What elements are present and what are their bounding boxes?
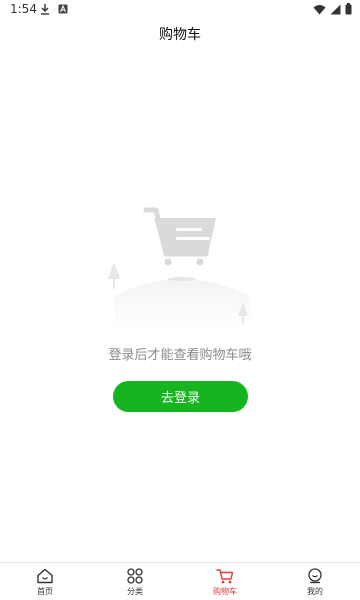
- tab-category-label: 分类: [127, 587, 143, 596]
- tab-category[interactable]: 分类: [90, 563, 180, 600]
- page-title: 购物车: [159, 27, 201, 43]
- login-button[interactable]: 去登录: [113, 381, 248, 412]
- signal-icon: [330, 4, 341, 14]
- cart-illustration-body: [143, 207, 216, 266]
- tab-profile-label: 我的: [307, 587, 323, 596]
- tab-profile[interactable]: 我的: [270, 563, 360, 600]
- download-icon: [41, 4, 49, 15]
- status-right-icons: [313, 3, 352, 15]
- status-bar: 1:54: [0, 0, 360, 20]
- status-left-icons: [40, 3, 68, 15]
- status-time: 1:54: [10, 2, 37, 16]
- tab-home-label: 首页: [37, 587, 53, 596]
- profile-icon: [308, 568, 322, 584]
- empty-cart-illustration: [104, 204, 256, 328]
- title-bar: 购物车: [0, 22, 360, 48]
- empty-cart-message: 登录后才能查看购物车哦: [108, 348, 252, 363]
- notification-a-icon: [58, 4, 68, 14]
- cart-icon: [216, 569, 234, 584]
- category-icon: [127, 568, 143, 584]
- tab-cart[interactable]: 购物车: [180, 563, 270, 600]
- wifi-icon: [313, 4, 326, 14]
- home-icon: [37, 568, 53, 584]
- battery-icon: [345, 3, 352, 15]
- tab-cart-label: 购物车: [213, 587, 237, 596]
- bottom-tab-bar: 首页 分类 购物车 我的: [0, 562, 360, 600]
- tab-home[interactable]: 首页: [0, 563, 90, 600]
